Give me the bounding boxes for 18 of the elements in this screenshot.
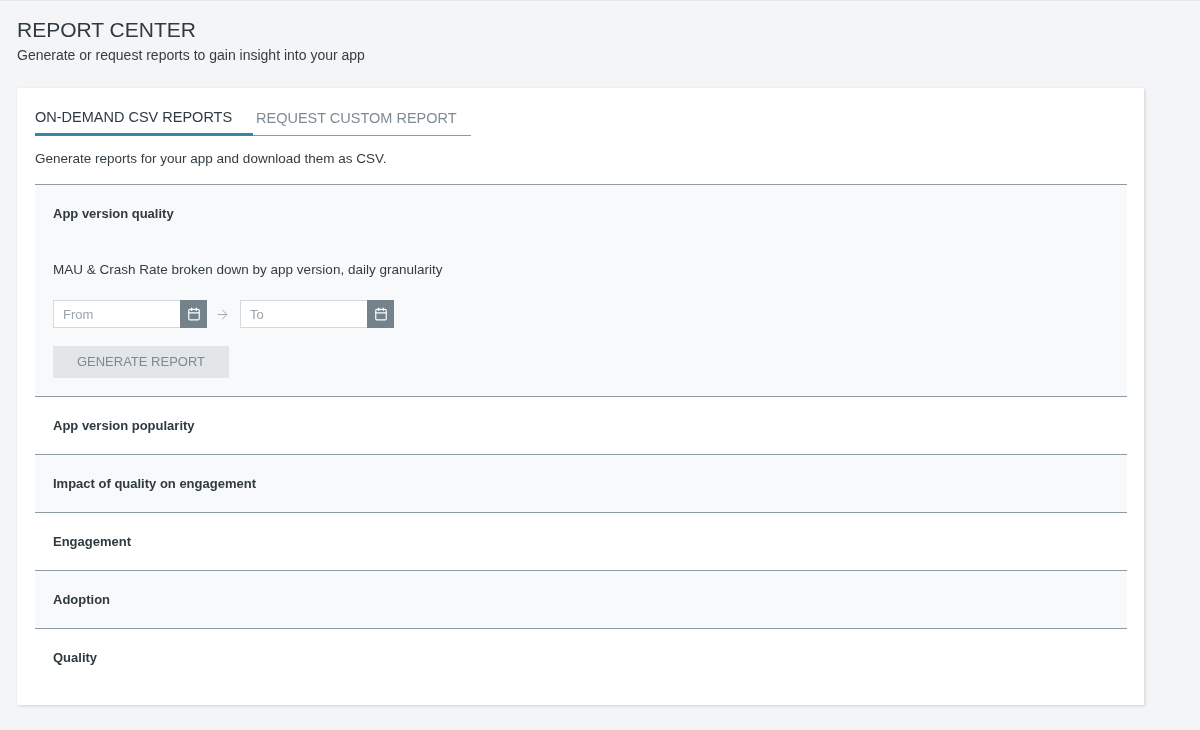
report-header[interactable]: Impact of quality on engagement xyxy=(35,455,1127,512)
report-header[interactable]: Adoption xyxy=(35,571,1127,628)
calendar-button[interactable] xyxy=(180,300,207,328)
arrow-right-icon xyxy=(215,306,230,322)
from-date-field[interactable]: From xyxy=(53,300,180,328)
report-header[interactable]: Engagement xyxy=(35,513,1127,570)
report-header[interactable]: App version quality xyxy=(35,185,1127,242)
report-header[interactable]: App version popularity xyxy=(35,397,1127,454)
calendar-icon xyxy=(186,307,201,321)
tab[interactable]: ON-DEMAND CSV REPORTS xyxy=(35,100,253,136)
report-description: MAU & Crash Rate broken down by app version, daily granularity xyxy=(53,261,443,279)
calendar-button[interactable] xyxy=(367,300,394,328)
page-subtitle: Generate or request reports to gain insight into your app xyxy=(17,46,365,65)
report-header[interactable]: Quality xyxy=(35,629,1127,686)
calendar-icon xyxy=(373,307,388,321)
page-title: REPORT CENTER xyxy=(17,17,196,43)
to-date-field[interactable]: To xyxy=(240,300,367,328)
tab-description: Generate reports for your app and download them as CSV. xyxy=(35,150,387,168)
